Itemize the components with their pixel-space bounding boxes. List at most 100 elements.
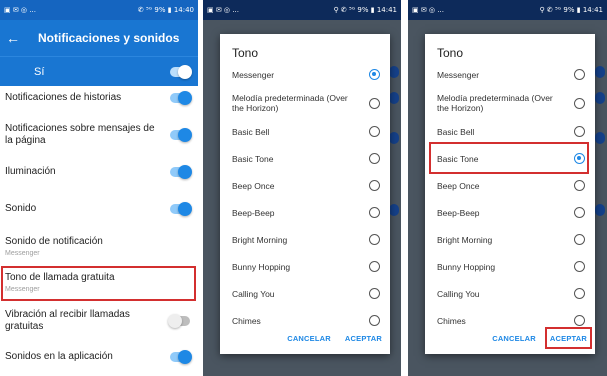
setting-sonidos-aplicacion[interactable]: Sonidos en la aplicación xyxy=(0,346,198,368)
toggle-switch[interactable] xyxy=(170,91,192,105)
dialog-actions: CANCELAR ACEPTAR xyxy=(220,334,390,348)
master-toggle-label: Sí xyxy=(34,65,45,78)
radio-icon[interactable] xyxy=(574,207,585,218)
radio-icon[interactable] xyxy=(574,261,585,272)
status-bar: ▣ ✉ ◎ ... ⚲ ✆ ⁵ᴳ 9% ▮ 14:41 xyxy=(408,0,607,20)
toggle-switch[interactable] xyxy=(170,350,192,364)
cancel-button[interactable]: CANCELAR xyxy=(287,334,331,348)
option-label: Calling You xyxy=(232,288,275,299)
option-label: Messenger xyxy=(232,69,275,80)
ringtone-option[interactable]: Bunny Hopping xyxy=(425,253,595,280)
setting-label: Iluminación xyxy=(5,166,56,177)
option-label: Bunny Hopping xyxy=(232,261,291,272)
option-label: Messenger xyxy=(437,69,480,80)
option-label: Basic Tone xyxy=(232,153,274,164)
ringtone-option[interactable]: Bunny Hopping xyxy=(220,253,390,280)
ringtone-option[interactable]: Beep-Beep xyxy=(220,199,390,226)
option-label: Melodía predeterminada (Over the Horizon… xyxy=(437,93,553,113)
option-label: Beep-Beep xyxy=(437,207,480,218)
setting-label: Notificaciones sobre mensajes de la pági… xyxy=(5,123,155,146)
dimmed-toggle xyxy=(595,92,605,104)
radio-icon[interactable] xyxy=(574,315,585,326)
ringtone-option[interactable]: Chimes xyxy=(220,307,390,334)
ringtone-option[interactable]: Basic Bell xyxy=(425,118,595,145)
option-label: Chimes xyxy=(232,315,261,326)
ringtone-option[interactable]: Beep Once xyxy=(220,172,390,199)
page-title: Notificaciones y sonidos xyxy=(38,31,180,45)
radio-icon[interactable] xyxy=(574,180,585,191)
radio-selected-icon[interactable] xyxy=(369,69,380,80)
setting-label: Sonido xyxy=(5,203,37,214)
radio-icon[interactable] xyxy=(369,288,380,299)
master-toggle-switch[interactable] xyxy=(170,64,192,79)
radio-icon[interactable] xyxy=(369,315,380,326)
option-label: Bright Morning xyxy=(232,234,288,245)
radio-icon[interactable] xyxy=(369,153,380,164)
toggle-switch[interactable] xyxy=(170,202,192,216)
radio-icon[interactable] xyxy=(574,288,585,299)
cancel-button[interactable]: CANCELAR xyxy=(492,334,536,348)
ringtone-option[interactable]: Messenger xyxy=(220,61,390,88)
ringtone-option[interactable]: Beep Once xyxy=(425,172,595,199)
option-label: Beep Once xyxy=(437,180,480,191)
setting-label: Notificaciones de historias xyxy=(5,92,122,103)
setting-label: Sonidos en la aplicación xyxy=(5,351,113,362)
accept-button[interactable]: ACEPTAR xyxy=(345,334,382,348)
radio-icon[interactable] xyxy=(574,69,585,80)
dimmed-toggle xyxy=(389,92,399,104)
dialog-title: Tono xyxy=(232,46,259,60)
radio-icon[interactable] xyxy=(369,97,380,109)
setting-iluminacion[interactable]: Iluminación xyxy=(0,160,198,184)
option-label: Calling You xyxy=(437,288,480,299)
ringtone-option[interactable]: Bright Morning xyxy=(425,226,595,253)
radio-icon[interactable] xyxy=(369,207,380,218)
app-bar: ← Notificaciones y sonidos xyxy=(0,20,198,56)
radio-icon[interactable] xyxy=(369,180,380,191)
ringtone-screen-before: ▣ ✉ ◎ ... ⚲ ✆ ⁵ᴳ 9% ▮ 14:41 Tono Messeng… xyxy=(203,0,401,376)
radio-icon[interactable] xyxy=(574,97,585,109)
ringtone-option[interactable]: Melodía predeterminada (Over the Horizon… xyxy=(425,88,595,118)
status-bar: ▣ ✉ ◎ ... ⚲ ✆ ⁵ᴳ 9% ▮ 14:41 xyxy=(203,0,401,20)
option-label: Beep-Beep xyxy=(232,207,275,218)
ringtone-option[interactable]: Calling You xyxy=(425,280,595,307)
setting-notificaciones-pagina[interactable]: Notificaciones sobre mensajes de la pági… xyxy=(0,117,198,153)
ringtone-option[interactable]: Beep-Beep xyxy=(425,199,595,226)
radio-icon[interactable] xyxy=(369,234,380,245)
ringtone-option[interactable]: Messenger xyxy=(425,61,595,88)
highlight-box xyxy=(429,142,589,174)
highlight-box xyxy=(1,266,196,301)
toggle-switch[interactable] xyxy=(170,165,192,179)
radio-icon[interactable] xyxy=(369,126,380,137)
status-left-icons: ▣ ✉ ◎ ... xyxy=(412,6,444,14)
radio-icon[interactable] xyxy=(574,126,585,137)
dimmed-toggle xyxy=(389,204,399,216)
radio-icon[interactable] xyxy=(369,261,380,272)
toggle-switch[interactable] xyxy=(170,128,192,142)
ringtone-screen-after: ▣ ✉ ◎ ... ⚲ ✆ ⁵ᴳ 9% ▮ 14:41 Tono Messeng… xyxy=(408,0,607,376)
status-bar: ▣ ✉ ◎ ... ✆ ⁵ᴳ 9% ▮ 14:40 xyxy=(0,0,198,20)
radio-icon[interactable] xyxy=(574,234,585,245)
option-label: Chimes xyxy=(437,315,466,326)
setting-notificaciones-historias[interactable]: Notificaciones de historias xyxy=(0,86,198,110)
ringtone-option[interactable]: Basic Bell xyxy=(220,118,390,145)
ringtone-option[interactable]: Calling You xyxy=(220,280,390,307)
master-toggle-row[interactable]: Sí xyxy=(0,56,198,86)
option-label: Basic Bell xyxy=(232,126,270,137)
setting-sonido-notificacion[interactable]: Sonido de notificación Messenger xyxy=(0,232,198,260)
setting-label: Sonido de notificación xyxy=(5,235,103,247)
option-label: Melodía predeterminada (Over the Horizon… xyxy=(232,93,348,113)
back-arrow-icon[interactable]: ← xyxy=(6,31,24,45)
option-label: Bright Morning xyxy=(437,234,493,245)
setting-vibracion[interactable]: Vibración al recibir llamadas gratuitas xyxy=(0,306,198,336)
setting-sublabel: Messenger xyxy=(5,249,40,257)
toggle-switch[interactable] xyxy=(168,314,190,328)
status-left-icons: ▣ ✉ ◎ ... xyxy=(207,6,239,14)
setting-sonido[interactable]: Sonido xyxy=(0,197,198,221)
highlight-box xyxy=(545,327,592,349)
ringtone-option[interactable]: Bright Morning xyxy=(220,226,390,253)
status-right: ✆ ⁵ᴳ 9% ▮ 14:40 xyxy=(137,6,194,14)
setting-label: Vibración al recibir llamadas gratuitas xyxy=(5,309,130,332)
ringtone-option[interactable]: Basic Tone xyxy=(220,145,390,172)
status-left-icons: ▣ ✉ ◎ ... xyxy=(4,6,36,14)
ringtone-option[interactable]: Melodía predeterminada (Over the Horizon… xyxy=(220,88,390,118)
